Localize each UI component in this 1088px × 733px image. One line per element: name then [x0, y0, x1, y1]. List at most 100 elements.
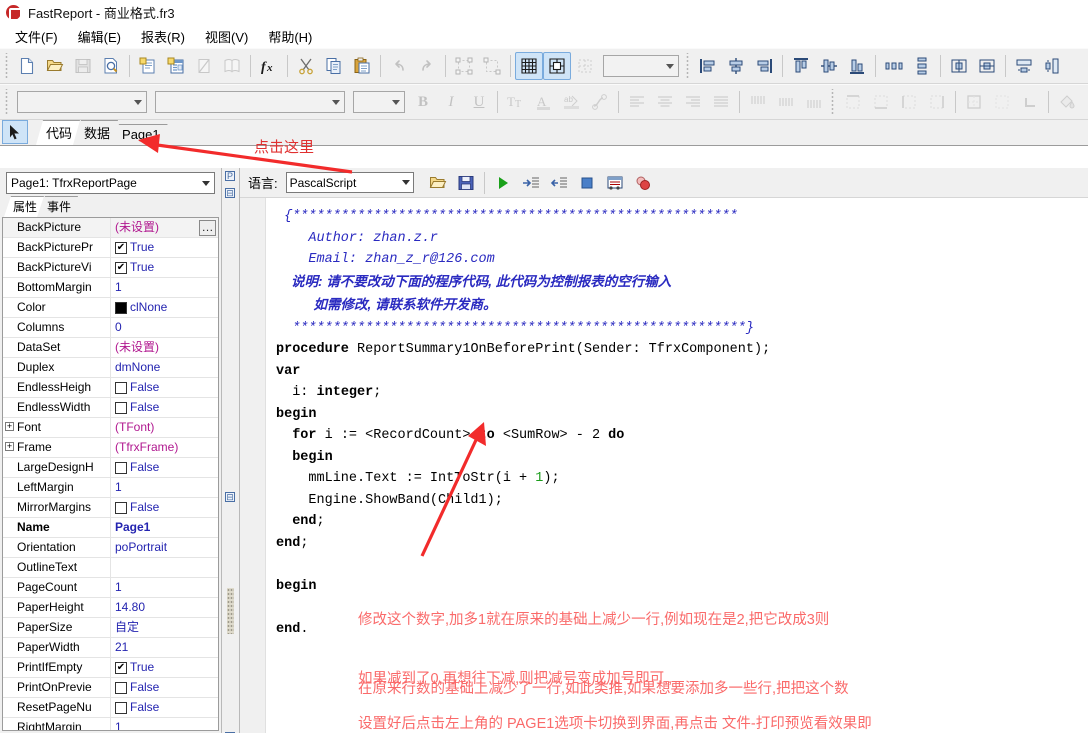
font-name-combo[interactable] — [17, 91, 147, 113]
property-row[interactable]: BackPicture (未设置)… — [3, 218, 218, 238]
font-style-combo[interactable] — [155, 91, 345, 113]
breakpoint-icon[interactable] — [629, 169, 657, 197]
align-middle-icon[interactable] — [815, 52, 843, 80]
watch-list-icon[interactable] — [601, 169, 629, 197]
property-value[interactable]: 14.80 — [111, 598, 218, 617]
outdent-icon[interactable] — [545, 169, 573, 197]
checkbox-icon[interactable]: ✔ — [115, 661, 127, 674]
text-align-right-icon[interactable] — [679, 88, 707, 116]
align-left-icon[interactable] — [694, 52, 722, 80]
frame-left-icon[interactable] — [895, 88, 923, 116]
toolbar-grip[interactable] — [830, 89, 837, 115]
property-row[interactable]: PrintIfEmpty ✔ True — [3, 658, 218, 678]
frame-top-icon[interactable] — [839, 88, 867, 116]
frame-bottom-icon[interactable] — [867, 88, 895, 116]
cut-scissors-icon[interactable] — [292, 52, 320, 80]
expand-plus-icon[interactable]: + — [5, 422, 14, 432]
property-row[interactable]: ResetPageNu False — [3, 698, 218, 718]
center-vertically-in-band-icon[interactable] — [973, 52, 1001, 80]
property-value[interactable]: poPortrait — [111, 538, 218, 557]
font-color-icon[interactable]: A — [530, 88, 558, 116]
format-painter-icon[interactable] — [586, 88, 614, 116]
property-value[interactable]: (TFont) — [111, 418, 218, 437]
align-right-icon[interactable] — [750, 52, 778, 80]
space-horizontally-icon[interactable] — [880, 52, 908, 80]
same-width-icon[interactable] — [1010, 52, 1038, 80]
page-settings-icon[interactable] — [218, 52, 246, 80]
language-combo[interactable]: PascalScript — [285, 172, 414, 193]
checkbox-icon[interactable] — [115, 701, 127, 714]
tab-properties[interactable]: 属性 — [4, 196, 44, 217]
property-row[interactable]: + Font (TFont) — [3, 418, 218, 438]
frame-shadow-icon[interactable] — [1016, 88, 1044, 116]
property-value[interactable]: False — [111, 398, 218, 417]
property-value[interactable]: 1 — [111, 578, 218, 597]
pointer-arrow-icon[interactable] — [2, 120, 28, 144]
toolbar-grip[interactable] — [4, 89, 11, 115]
property-value[interactable]: ✔ True — [111, 658, 218, 677]
bold-icon[interactable]: B — [409, 88, 437, 116]
redo-arrow-icon[interactable] — [413, 52, 441, 80]
property-row[interactable]: EndlessHeigh False — [3, 378, 218, 398]
align-center-horizontal-icon[interactable] — [722, 52, 750, 80]
toolbar-grip[interactable] — [4, 53, 11, 79]
property-value[interactable]: 0 — [111, 318, 218, 337]
property-value[interactable]: 21 — [111, 638, 218, 657]
property-grid[interactable]: BackPicture (未设置)… BackPicturePr ✔ True BackP… — [2, 217, 219, 731]
property-value[interactable]: (TfrxFrame) — [111, 438, 218, 457]
splitter-grip[interactable] — [227, 588, 234, 634]
checkbox-icon[interactable] — [115, 461, 127, 474]
tab-data[interactable]: 数据 — [74, 120, 118, 145]
property-row[interactable]: PaperHeight 14.80 — [3, 598, 218, 618]
property-row[interactable]: RightMargin 1 — [3, 718, 218, 730]
checkbox-icon[interactable] — [115, 381, 127, 394]
property-value[interactable]: False — [111, 498, 218, 517]
same-height-icon[interactable] — [1038, 52, 1066, 80]
property-row[interactable]: + Frame (TfrxFrame) — [3, 438, 218, 458]
checkbox-icon[interactable] — [115, 501, 127, 514]
new-page-icon[interactable] — [134, 52, 162, 80]
property-row[interactable]: BottomMargin 1 — [3, 278, 218, 298]
save-disk-icon[interactable] — [69, 52, 97, 80]
menu-edit[interactable]: 编辑(E) — [69, 25, 130, 48]
formula-fx-icon[interactable]: fx — [255, 52, 283, 80]
strip-node-icon[interactable]: ⊟ — [225, 492, 235, 502]
fill-color-icon[interactable] — [1053, 88, 1081, 116]
ungroup-icon[interactable] — [478, 52, 506, 80]
run-play-icon[interactable] — [489, 169, 517, 197]
property-value[interactable]: False — [111, 678, 218, 697]
property-row[interactable]: Color clNone — [3, 298, 218, 318]
text-align-left-icon[interactable] — [623, 88, 651, 116]
property-value[interactable]: (未设置) — [111, 338, 218, 357]
text-align-justify-icon[interactable] — [707, 88, 735, 116]
object-select-combo[interactable]: Page1: TfrxReportPage — [6, 172, 215, 194]
property-row[interactable]: BackPictureVi ✔ True — [3, 258, 218, 278]
center-horizontally-in-band-icon[interactable] — [945, 52, 973, 80]
open-folder-icon[interactable] — [41, 52, 69, 80]
text-top-icon[interactable] — [744, 88, 772, 116]
property-value[interactable]: 1 — [111, 478, 218, 497]
property-value[interactable]: ✔ True — [111, 258, 218, 277]
checkbox-icon[interactable] — [115, 401, 127, 414]
stop-icon[interactable] — [573, 169, 601, 197]
property-row[interactable]: OutlineText — [3, 558, 218, 578]
align-top-icon[interactable] — [787, 52, 815, 80]
copy-icon[interactable] — [320, 52, 348, 80]
property-value[interactable]: clNone — [111, 298, 218, 317]
highlight-color-icon[interactable]: ab — [558, 88, 586, 116]
frame-right-icon[interactable] — [923, 88, 951, 116]
delete-page-icon[interactable] — [190, 52, 218, 80]
indent-icon[interactable] — [517, 169, 545, 197]
menu-file[interactable]: 文件(F) — [6, 25, 67, 48]
strip-node-icon[interactable]: P — [225, 171, 235, 181]
checkbox-icon[interactable] — [115, 681, 127, 694]
new-document-icon[interactable] — [13, 52, 41, 80]
property-value[interactable]: dmNone — [111, 358, 218, 377]
grid-size-icon[interactable] — [571, 52, 599, 80]
text-align-center-icon[interactable] — [651, 88, 679, 116]
space-vertically-icon[interactable] — [908, 52, 936, 80]
italic-icon[interactable]: I — [437, 88, 465, 116]
zoom-combo[interactable] — [603, 55, 679, 77]
print-preview-icon[interactable] — [97, 52, 125, 80]
snap-to-grid-icon[interactable] — [543, 52, 571, 80]
